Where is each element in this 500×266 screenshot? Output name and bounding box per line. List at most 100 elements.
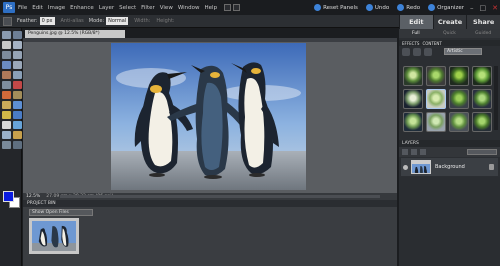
layers-toolbar (399, 147, 500, 157)
effects-toolbar: Artistic (399, 46, 500, 57)
effect-thumbnail[interactable] (426, 66, 446, 86)
eyedropper-tool-icon[interactable] (13, 41, 22, 49)
content-title[interactable]: CONTENT (422, 41, 441, 46)
effect-thumbnail[interactable] (472, 89, 492, 109)
pencil-tool-icon[interactable] (13, 141, 22, 149)
effect-thumbnail[interactable] (449, 112, 469, 132)
effects-category-select[interactable]: Artistic (444, 48, 482, 55)
edit-subtabs: Full Quick Guided (399, 29, 500, 38)
effects-scrollbar[interactable] (494, 66, 498, 130)
effect-thumbnail[interactable] (403, 89, 423, 109)
layer-styles-icon[interactable] (413, 47, 421, 56)
menu-file[interactable]: File (18, 5, 27, 11)
effect-thumbnail[interactable] (472, 66, 492, 86)
mode-label: Mode: (88, 18, 105, 24)
document-tab[interactable]: Penguins.jpg @ 12.5% (RGB/8*) (25, 30, 125, 38)
brush-tool-icon[interactable] (13, 101, 22, 109)
layer-row-background[interactable]: Background (401, 158, 498, 176)
visibility-eye-icon[interactable] (403, 164, 408, 170)
smart-brush-tool-icon[interactable] (2, 111, 11, 119)
effect-thumbnail[interactable] (403, 66, 423, 86)
subtab-full[interactable]: Full (399, 29, 433, 38)
recompose-tool-icon[interactable] (2, 81, 11, 89)
marquee-tool-icon[interactable] (2, 51, 11, 59)
feather-input[interactable]: 0 px (39, 17, 55, 25)
penguins-thumbnail-image (32, 221, 76, 251)
horizontal-scrollbar[interactable] (60, 195, 380, 198)
effect-thumbnail[interactable] (403, 112, 423, 132)
hand-tool-icon[interactable] (2, 41, 11, 49)
red-eye-tool-icon[interactable] (13, 81, 22, 89)
menu-layer[interactable]: Layer (99, 5, 114, 11)
tab-share[interactable]: Share (466, 15, 500, 29)
blend-mode-select[interactable] (467, 149, 497, 155)
quick-selection-tool-icon[interactable] (13, 61, 22, 69)
close-icon[interactable]: ✕ (492, 4, 498, 12)
menu-help[interactable]: Help (205, 5, 218, 11)
zoom-tool-icon[interactable] (13, 31, 22, 39)
sponge-tool-icon[interactable] (13, 131, 22, 139)
mode-select[interactable]: Normal (106, 17, 129, 25)
anti-alias-checkbox[interactable]: Anti-alias (61, 18, 84, 24)
lasso-tool-icon[interactable] (13, 51, 22, 59)
app-logo: Ps (3, 2, 15, 13)
effect-thumbnail[interactable] (449, 66, 469, 86)
minimize-icon[interactable]: – (470, 4, 474, 12)
eraser-tool-icon[interactable] (2, 101, 11, 109)
subtab-quick[interactable]: Quick (433, 29, 467, 38)
menu-view[interactable]: View (160, 5, 173, 11)
screen-mode-buttons (224, 4, 241, 11)
blur-tool-icon[interactable] (2, 131, 11, 139)
effects-grid (403, 66, 495, 132)
subtab-guided[interactable]: Guided (466, 29, 500, 38)
straighten-tool-icon[interactable] (2, 141, 11, 149)
foreground-color-swatch[interactable] (3, 191, 14, 202)
healing-brush-tool-icon[interactable] (2, 91, 11, 99)
photo-effects-icon[interactable] (424, 47, 432, 56)
effect-thumbnail[interactable] (449, 89, 469, 109)
effect-thumbnail[interactable] (426, 112, 446, 132)
crop-tool-icon[interactable] (13, 71, 22, 79)
menu-image[interactable]: Image (48, 5, 65, 11)
organizer-button[interactable]: Organizer (428, 4, 464, 11)
project-bin-header[interactable]: PROJECT BIN (23, 200, 397, 207)
paint-bucket-tool-icon[interactable] (13, 111, 22, 119)
reset-panels-button[interactable]: Reset Panels (314, 4, 358, 11)
maximize-icon[interactable]: □ (480, 4, 487, 12)
penguins-photo[interactable] (111, 43, 306, 190)
menu-enhance[interactable]: Enhance (70, 5, 94, 11)
redo-button[interactable]: Redo (397, 4, 420, 11)
screen-mode-button[interactable] (224, 4, 232, 11)
menu-edit[interactable]: Edit (32, 5, 43, 11)
layer-thumbnail (411, 160, 431, 174)
tab-create[interactable]: Create (432, 15, 467, 29)
clone-stamp-tool-icon[interactable] (13, 91, 22, 99)
effect-thumbnail[interactable] (426, 89, 446, 109)
new-layer-icon[interactable] (402, 149, 408, 155)
undo-button[interactable]: Undo (365, 4, 389, 11)
layers-header[interactable]: LAYERS (399, 140, 500, 147)
shape-tool-icon[interactable] (13, 121, 22, 129)
magic-wand-tool-icon[interactable] (2, 61, 11, 69)
zoom-level[interactable]: 12.5% (26, 194, 40, 199)
penguins-thumbnail[interactable] (29, 218, 79, 254)
marquee-tool-icon[interactable] (3, 16, 12, 26)
menu-window[interactable]: Window (178, 5, 200, 11)
lock-icon[interactable] (489, 164, 494, 170)
menu-select[interactable]: Select (119, 5, 136, 11)
filters-icon[interactable] (402, 47, 410, 56)
delete-layer-icon[interactable] (420, 149, 426, 155)
photoshop-elements-window: Ps File Edit Image Enhance Layer Select … (0, 0, 500, 266)
show-files-select[interactable]: Show Open Files (29, 209, 93, 216)
gradient-tool-icon[interactable] (2, 121, 11, 129)
effect-thumbnail[interactable] (472, 112, 492, 132)
type-tool-icon[interactable] (2, 71, 11, 79)
menubar-actions: Reset Panels Undo Redo Organizer – □ ✕ (306, 0, 498, 15)
menu-filter[interactable]: Filter (141, 5, 155, 11)
tab-edit[interactable]: Edit (399, 15, 433, 29)
mode-tabs: Edit Create Share (399, 15, 500, 29)
arrange-button[interactable] (233, 4, 241, 11)
effects-title[interactable]: EFFECTS (402, 41, 419, 46)
move-tool-icon[interactable] (2, 31, 11, 39)
adjustment-layer-icon[interactable] (411, 149, 417, 155)
